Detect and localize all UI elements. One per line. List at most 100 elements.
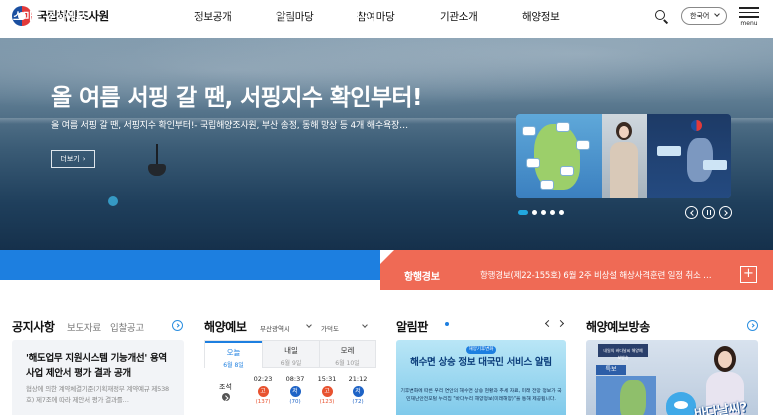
board-next-button[interactable] — [556, 319, 565, 328]
hero-more-button[interactable]: 더보기 › — [51, 150, 95, 168]
search-icon — [362, 11, 369, 18]
chevron-right-icon: › — [82, 155, 86, 163]
chevron-right-icon — [721, 209, 728, 216]
tab-press-releases[interactable]: 보도자료 — [67, 320, 101, 334]
pause-slide-button[interactable] — [702, 206, 715, 219]
broadcast-title: 해양예보방송 — [586, 320, 650, 334]
tide-type-badge: 저 — [289, 386, 301, 397]
slide-dot[interactable] — [559, 210, 564, 215]
tide-type-badge: 고 — [257, 386, 269, 397]
broadcast-banner-text: 내일의 바다날씨 해양예보방송 — [603, 348, 643, 360]
broadcast-warning-tab: 특보 — [596, 365, 626, 375]
chevron-down-icon — [362, 322, 368, 328]
day-label: 오늘 — [226, 348, 241, 357]
broadcast-overlay-text: 바다날씨? — [693, 400, 748, 415]
ocean-forecast-title: 해양예보 — [204, 320, 247, 334]
weather-map-image — [516, 114, 602, 198]
station-select[interactable]: 가덕도 — [268, 10, 293, 23]
tide-time: 02:23 — [253, 375, 273, 383]
tab-bid-announcements[interactable]: 입찰공고 — [110, 320, 144, 334]
nav-item-ocean-info[interactable]: 해양정보 — [522, 9, 560, 24]
tide-detail-button[interactable] — [222, 393, 230, 401]
tide-level: (123) — [319, 399, 335, 405]
chevron-right-icon — [749, 323, 755, 328]
broadcast-video-thumbnail[interactable]: 내일의 바다날씨 해양예보방송 특보 바다날씨? — [586, 340, 758, 415]
tab-day-after-tomorrow[interactable]: 모레 6월 10일 — [319, 341, 375, 368]
chevron-down-icon — [306, 322, 312, 328]
hamburger-bar — [739, 16, 759, 18]
ocean-buoy-image — [146, 144, 168, 178]
board-body-text: 기후변화에 따른 우리 연안의 해수면 상승 현황과 추세 자료, 미래 전망 … — [400, 389, 562, 402]
region-select[interactable]: 부산광역시 — [161, 10, 202, 23]
nav-item-about[interactable]: 기관소개 — [440, 9, 478, 24]
prev-slide-button[interactable] — [685, 206, 698, 219]
tide-type-badge: 고 — [321, 386, 333, 397]
location-text: 위치 — [120, 12, 136, 22]
tide-search-button[interactable] — [358, 7, 375, 24]
board-headline: 해수면 상승 정보 대국민 서비스 알림 — [410, 357, 552, 368]
chevron-right-icon — [174, 323, 180, 328]
day-label: 모레 — [340, 346, 355, 355]
slide-dot[interactable] — [532, 210, 537, 215]
tide-time: 08:37 — [285, 375, 305, 383]
slide-dot[interactable] — [550, 210, 555, 215]
menu-button[interactable]: menu — [739, 7, 759, 31]
hero-thumbnail[interactable] — [516, 114, 731, 198]
tide-time: 21:12 — [348, 375, 368, 383]
hero-title: 올 여름 서핑 갈 땐, 서핑지수 확인부터! — [51, 85, 422, 111]
tide-type-badge: 저 — [352, 386, 364, 397]
tide-level: (70) — [289, 399, 301, 405]
board-indicator-dot — [445, 322, 449, 326]
hero-more-label: 더보기 — [60, 155, 80, 163]
tide-entry: 08:37 저 (70) — [283, 375, 307, 405]
menu-label: menu — [740, 19, 758, 27]
day-date: 6월 9일 — [280, 360, 302, 367]
forecast-region-select[interactable]: 부산광역시 — [260, 323, 290, 333]
next-slide-button[interactable] — [719, 206, 732, 219]
tide-forecast-title: 스마트 조석예보 — [13, 10, 86, 23]
tide-level: (137) — [255, 399, 271, 405]
korea-map-image — [647, 114, 731, 198]
broadcast-more-button[interactable] — [747, 320, 758, 331]
forecaster-image — [602, 114, 647, 198]
hero-banner: 올 여름 서핑 갈 땐, 서핑지수 확인부터! 올 여름 서핑 갈 땐, 서핑지… — [0, 38, 773, 250]
tab-today[interactable]: 오늘 6월 8일 — [205, 341, 262, 369]
navigation-warning-text[interactable]: 항행경보(제22-155호) 6월 2주 비상설 해상사격훈련 일정 취소 … — [480, 269, 734, 281]
featured-notice-title[interactable]: '해도업무 지원시스템 기능개선' 용역 사업 제안서 평가 결과 공개 — [26, 351, 174, 381]
tide-level: (72) — [352, 399, 364, 405]
broadcast-banner: 내일의 바다날씨 해양예보방송 — [598, 344, 648, 360]
small-buoy-image — [108, 196, 118, 206]
location-label: 위치 — [108, 10, 136, 22]
chevron-left-icon — [689, 209, 696, 216]
day-label: 내일 — [284, 346, 298, 355]
tab-tomorrow[interactable]: 내일 6월 9일 — [262, 341, 319, 368]
forecast-station-select[interactable]: 가덕도 — [321, 323, 339, 333]
slide-indicators — [518, 210, 564, 215]
slide-dot[interactable] — [518, 210, 528, 215]
forecast-day-tabs: 오늘 6월 8일 내일 6월 9일 모레 6월 10일 — [204, 340, 376, 369]
mascot-image — [666, 392, 696, 415]
day-date: 6월 10일 — [335, 360, 360, 367]
search-icon[interactable] — [654, 9, 670, 25]
pause-icon — [706, 210, 711, 215]
tab-notices[interactable]: 공지사항 — [12, 318, 55, 335]
board-prev-button[interactable] — [544, 319, 553, 328]
tide-time: 15:31 — [317, 375, 337, 383]
slide-dot[interactable] — [541, 210, 546, 215]
tide-entry: 21:12 저 (72) — [346, 375, 370, 405]
smart-tide-forecast-bar — [0, 250, 380, 280]
chevron-down-icon — [714, 11, 720, 17]
day-date: 6월 8일 — [223, 362, 244, 369]
broadcast-map-image — [596, 376, 656, 415]
featured-notice-description: 협상에 의한 계약체결기준(기획재정부 계약예규 제538호) 제7조에 따라 … — [26, 385, 169, 404]
notices-more-button[interactable] — [172, 320, 183, 331]
navigation-warning-title: 항행경보 — [404, 272, 440, 283]
navigation-warning-more-button[interactable]: + — [740, 266, 757, 283]
language-label: 한국어 — [690, 12, 710, 20]
tide-row-label: 조석 — [219, 383, 232, 391]
tide-entry: 15:31 고 (123) — [315, 375, 339, 405]
location-pin-icon — [108, 11, 119, 21]
board-tag: 해양기후변화 — [466, 346, 496, 354]
board-title: 알림판 — [396, 320, 428, 334]
language-select[interactable]: 한국어 — [681, 7, 727, 25]
